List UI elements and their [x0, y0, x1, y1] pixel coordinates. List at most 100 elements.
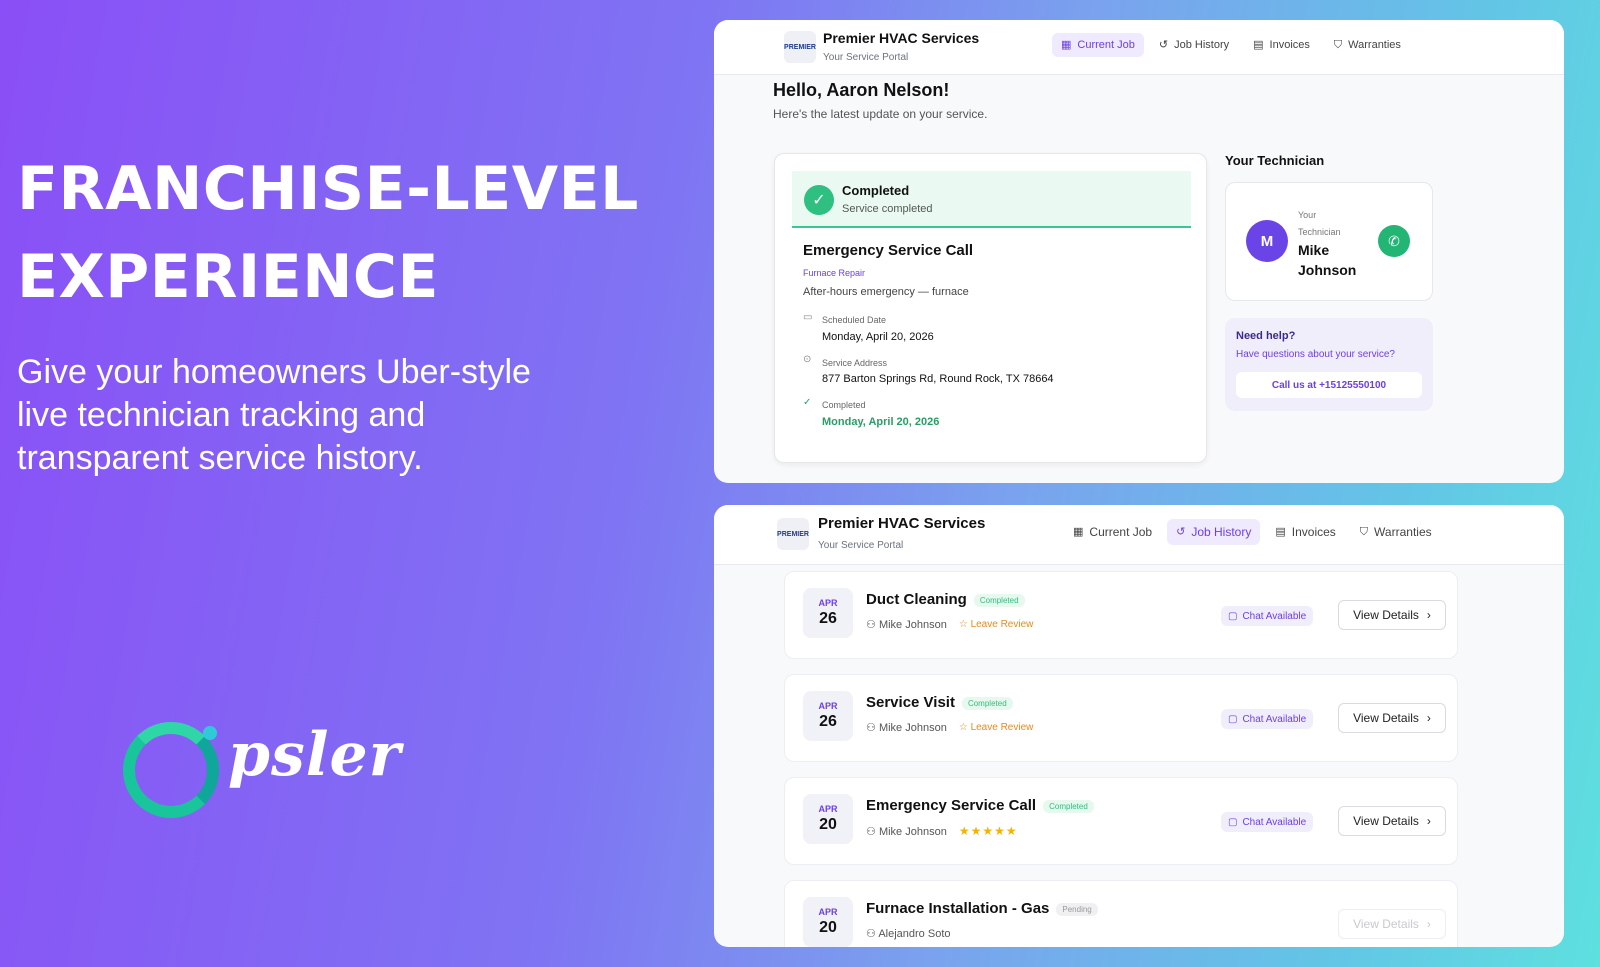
hero-headline-line2: EXPERIENCE	[17, 242, 439, 312]
person-icon: ⚇	[866, 928, 876, 940]
job-meta: ⚇ Alejandro Soto	[866, 927, 951, 940]
portal-nav: ▦ Current Job ↺ Job History ▤ Invoices ⛉ War…	[1064, 519, 1441, 545]
technician: ⚇ Mike Johnson	[866, 721, 947, 734]
tab-label: Warranties	[1374, 525, 1432, 539]
job-history-row[interactable]: APR 20 Emergency Service Call Completed ⚇…	[784, 777, 1458, 865]
greeting-subtitle: Here's the latest update on your service…	[773, 107, 988, 121]
job-meta: ⚇ Mike Johnson ☆ Leave Review	[866, 618, 1033, 631]
portal-header: PREMIER Premier HVAC Services Your Servi…	[714, 20, 1564, 75]
job-history-row[interactable]: APR 26 Duct Cleaning Completed ⚇ Mike Joh…	[784, 571, 1458, 659]
job-history-row[interactable]: APR 26 Service Visit Completed ⚇ Mike Joh…	[784, 674, 1458, 762]
tab-invoices[interactable]: ▤ Invoices	[1244, 33, 1319, 57]
status-badge: Completed	[973, 593, 1025, 607]
chat-available-chip[interactable]: ▢ Chat Available	[1221, 606, 1314, 626]
job-history-row[interactable]: APR 20 Furnace Installation - Gas Pending…	[784, 880, 1458, 947]
tab-current-job[interactable]: ▦ Current Job	[1064, 519, 1161, 545]
tab-warranties[interactable]: ⛉ Warranties	[1325, 33, 1410, 57]
chat-label: Chat Available	[1242, 610, 1307, 622]
job-category: Furnace Repair	[803, 268, 866, 278]
calendar-icon: ▭	[803, 312, 813, 323]
hero-headline: FRANCHISE-LEVEL EXPERIENCE	[17, 145, 657, 321]
tab-label: Invoices	[1291, 525, 1336, 539]
check-circle-small-icon: ✓	[803, 397, 812, 408]
view-details-button[interactable]: View Details ›	[1338, 703, 1446, 733]
status-banner: ✓ Completed Service completed	[792, 171, 1191, 228]
hero-headline-line1: FRANCHISE-LEVEL	[17, 154, 639, 224]
help-title: Need help?	[1236, 330, 1296, 342]
star-filled-icon: ★	[1005, 824, 1018, 838]
document-icon: ▤	[1253, 38, 1264, 51]
tab-label: Job History	[1174, 39, 1230, 51]
brand-name: Premier HVAC Services	[823, 30, 980, 46]
brand-logo-icon: PREMIER	[777, 518, 809, 550]
date-day: 26	[819, 713, 837, 730]
person-icon: ⚇	[866, 825, 876, 838]
chat-available-chip[interactable]: ▢ Chat Available	[1221, 709, 1314, 729]
logo-dot-icon	[203, 726, 217, 740]
leave-review-link[interactable]: ☆ Leave Review	[959, 722, 1034, 733]
technician-name: Mike Johnson	[1298, 242, 1357, 278]
star-outline-icon: ☆	[958, 619, 968, 630]
date-month: APR	[818, 598, 838, 608]
job-description: After-hours emergency — furnace	[803, 286, 969, 298]
tab-label: Invoices	[1269, 39, 1310, 51]
status-badge: Completed	[961, 696, 1013, 710]
technician: ⚇ Mike Johnson	[866, 825, 947, 838]
completed-label: Completed	[822, 400, 866, 410]
chat-bubble-icon: ▢	[1228, 610, 1238, 622]
shield-icon: ⛉	[1333, 38, 1343, 51]
view-details-label: View Details	[1353, 608, 1419, 622]
job-history-panel: PREMIER Premier HVAC Services Your Servi…	[714, 505, 1564, 947]
tab-label: Current Job	[1077, 39, 1135, 51]
brand-logo-icon: PREMIER	[784, 31, 816, 63]
portal-nav: ▦ Current Job ↺ Job History ▤ Invoices ⛉ War…	[1052, 33, 1410, 57]
view-details-button[interactable]: View Details ›	[1338, 909, 1446, 939]
leave-review-label: Leave Review	[970, 619, 1034, 630]
job-title-text: Duct Cleaning	[866, 591, 967, 608]
completed-date-value: Monday, April 20, 2026	[822, 416, 940, 428]
avatar: M	[1246, 220, 1288, 262]
job-title-text: Furnace Installation - Gas	[866, 900, 1050, 917]
tab-warranties[interactable]: ⛉ Warranties	[1351, 519, 1441, 545]
chevron-right-icon: ›	[1426, 917, 1431, 931]
tab-invoices[interactable]: ▤ Invoices	[1266, 519, 1344, 545]
job-title-text: Emergency Service Call	[866, 797, 1037, 814]
view-details-button[interactable]: View Details ›	[1338, 600, 1446, 630]
brand-subtitle: Your Service Portal	[823, 52, 909, 63]
chat-available-chip[interactable]: ▢ Chat Available	[1221, 812, 1314, 832]
tab-job-history[interactable]: ↺ Job History	[1167, 519, 1261, 545]
logo-text: psler	[228, 720, 402, 790]
job-card: ✓ Completed Service completed Emergency …	[774, 153, 1207, 463]
job-title-text: Service Visit	[866, 694, 955, 711]
call-us-button[interactable]: Call us at +15125550100	[1236, 372, 1422, 398]
phone-icon: ✆	[1388, 232, 1400, 249]
star-filled-icon: ★	[958, 824, 971, 838]
job-title: Service Visit Completed	[866, 694, 1013, 711]
star-filled-icon: ★	[982, 824, 995, 838]
job-title: Emergency Service Call Completed	[866, 797, 1094, 814]
chat-label: Chat Available	[1242, 816, 1307, 828]
job-title: Duct Cleaning Completed	[866, 591, 1025, 608]
chevron-right-icon: ›	[1426, 608, 1431, 622]
leave-review-link[interactable]: ☆ Leave Review	[959, 619, 1034, 630]
leave-review-label: Leave Review	[970, 722, 1034, 733]
technician: ⚇ Alejandro Soto	[866, 927, 951, 940]
tab-current-job[interactable]: ▦ Current Job	[1052, 33, 1144, 57]
shield-icon: ⛉	[1359, 525, 1369, 538]
job-meta: ⚇ Mike Johnson ☆ Leave Review	[866, 721, 1033, 734]
view-details-button[interactable]: View Details ›	[1338, 806, 1446, 836]
greeting: Hello, Aaron Nelson!	[773, 80, 950, 100]
scheduled-date-label: Scheduled Date	[822, 315, 887, 325]
tab-job-history[interactable]: ↺ Job History	[1150, 33, 1238, 57]
chat-label: Chat Available	[1242, 713, 1307, 725]
technician: ⚇ Mike Johnson	[866, 618, 947, 631]
document-icon: ▤	[1275, 525, 1286, 538]
help-card: Need help? Have questions about your ser…	[1225, 318, 1433, 411]
status-badge: Completed	[1043, 799, 1094, 813]
tab-label: Warranties	[1348, 39, 1401, 51]
view-details-label: View Details	[1353, 814, 1419, 828]
status-badge: Pending	[1056, 902, 1098, 916]
job-title: Furnace Installation - Gas Pending	[866, 900, 1098, 917]
date-month: APR	[818, 701, 838, 711]
call-technician-button[interactable]: ✆	[1378, 225, 1410, 257]
